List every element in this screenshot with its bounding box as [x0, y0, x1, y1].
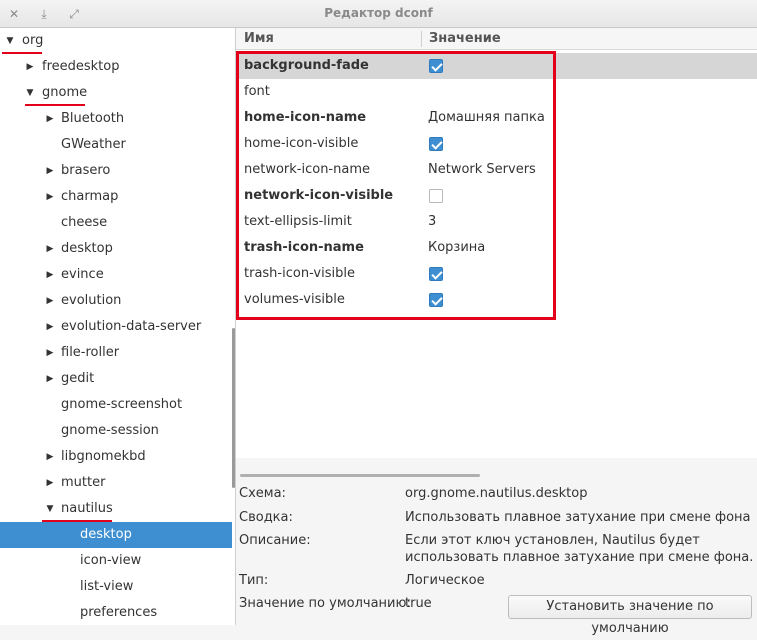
- tree-item[interactable]: gnome-session: [0, 418, 232, 444]
- tree-item-label: evolution: [61, 293, 122, 308]
- window-title: Редактор dconf: [324, 6, 433, 20]
- collapsed-arrow-icon[interactable]: ▶: [44, 366, 56, 392]
- tree-item[interactable]: ▼ org: [0, 28, 232, 54]
- reset-default-button[interactable]: Установить значение по умолчанию: [508, 595, 752, 636]
- collapsed-arrow-icon[interactable]: ▶: [44, 470, 56, 496]
- tree-item-label: desktop: [80, 527, 132, 542]
- description-label: Описание:: [239, 533, 311, 548]
- tree-item[interactable]: ▼ gnome: [0, 80, 232, 106]
- tree-item-label: org: [22, 33, 44, 48]
- tree-item[interactable]: ▶ evince: [0, 262, 232, 288]
- tree-item-label: cheese: [61, 215, 108, 230]
- column-value-header[interactable]: Значение: [429, 28, 501, 50]
- tree-item-label: list-view: [80, 579, 134, 594]
- collapsed-arrow-icon[interactable]: ▶: [44, 236, 56, 262]
- title-bar: ✕ ⤓ ⤢ Редактор dconf: [0, 0, 757, 28]
- schema-label: Схема:: [239, 486, 286, 501]
- column-name-header[interactable]: Имя: [244, 28, 274, 50]
- tree-item[interactable]: ▼ nautilus: [0, 496, 232, 522]
- tree-item-label: nautilus: [61, 501, 113, 516]
- collapsed-arrow-icon[interactable]: ▶: [44, 444, 56, 470]
- collapsed-arrow-icon[interactable]: ▶: [44, 158, 56, 184]
- tree-item-label: desktop: [61, 241, 113, 256]
- tree-item[interactable]: ▶ evolution-data-server: [0, 314, 232, 340]
- tree-item[interactable]: ▶ file-roller: [0, 340, 232, 366]
- tree-item[interactable]: icon-view: [0, 548, 232, 574]
- tree-item[interactable]: gnome-screenshot: [0, 392, 232, 418]
- tree-item[interactable]: ▶ desktop: [0, 236, 232, 262]
- tree-item[interactable]: desktop: [0, 522, 232, 548]
- tree-item[interactable]: preferences: [0, 600, 232, 625]
- collapsed-arrow-icon[interactable]: ▶: [44, 314, 56, 340]
- tree-item[interactable]: list-view: [0, 574, 232, 600]
- collapsed-arrow-icon[interactable]: ▶: [44, 184, 56, 210]
- schema-tree: ▼ org ▶ freedesktop ▼ gnome ▶ Bluetooth GWeather…: [0, 28, 236, 625]
- tree-item[interactable]: ▶ mutter: [0, 470, 232, 496]
- expanded-arrow-icon[interactable]: ▼: [4, 28, 16, 54]
- annotation-underline: [25, 104, 85, 106]
- collapsed-arrow-icon[interactable]: ▶: [44, 262, 56, 288]
- collapsed-arrow-icon[interactable]: ▶: [44, 340, 56, 366]
- tree-item[interactable]: ▶ Bluetooth: [0, 106, 232, 132]
- table-header: Имя Значение: [236, 28, 757, 50]
- tree-item[interactable]: ▶ charmap: [0, 184, 232, 210]
- tree-item-label: gnome-session: [61, 423, 159, 438]
- horizontal-scrollbar[interactable]: [240, 474, 480, 477]
- collapsed-arrow-icon[interactable]: ▶: [44, 106, 56, 132]
- default-label: Значение по умолчанию:: [239, 596, 411, 611]
- tree-item[interactable]: ▶ freedesktop: [0, 54, 232, 80]
- summary-label: Сводка:: [239, 510, 293, 525]
- tree-item[interactable]: ▶ brasero: [0, 158, 232, 184]
- annotation-underline: [42, 520, 112, 522]
- type-value: Логическое: [405, 573, 485, 588]
- tree-item-label: gedit: [61, 371, 95, 386]
- tree-item-label: evince: [61, 267, 104, 282]
- type-label: Тип:: [239, 573, 269, 588]
- column-separator: [421, 31, 422, 47]
- expanded-arrow-icon[interactable]: ▼: [24, 80, 36, 106]
- tree-item-label: GWeather: [61, 137, 126, 152]
- annotation-underline: [2, 52, 42, 54]
- tree-item-label: mutter: [61, 475, 106, 490]
- tree-item-label: Bluetooth: [61, 111, 125, 126]
- tree-item-label: freedesktop: [42, 59, 120, 74]
- description-value-line1: Если этот ключ установлен, Nautilus буде…: [405, 533, 700, 548]
- tree-item-label: icon-view: [80, 553, 142, 568]
- description-value-line2: использовать плавное затухание при смене…: [405, 550, 754, 565]
- summary-value: Использовать плавное затухание при смене…: [405, 510, 751, 525]
- tree-item[interactable]: ▶ gedit: [0, 366, 232, 392]
- expanded-arrow-icon[interactable]: ▼: [44, 496, 56, 522]
- tree-item[interactable]: ▶ libgnomekbd: [0, 444, 232, 470]
- collapsed-arrow-icon[interactable]: ▶: [24, 54, 36, 80]
- tree-item-label: brasero: [61, 163, 111, 178]
- tree-item-label: libgnomekbd: [61, 449, 146, 464]
- tree-item-label: gnome: [42, 85, 88, 100]
- key-info-panel: Схема: org.gnome.nautilus.desktop Сводка…: [236, 480, 757, 636]
- annotation-box: [236, 51, 556, 320]
- tree-scrollbar[interactable]: [232, 328, 235, 488]
- tree-item[interactable]: cheese: [0, 210, 232, 236]
- tree-item-label: preferences: [80, 605, 158, 620]
- tree-item[interactable]: GWeather: [0, 132, 232, 158]
- collapsed-arrow-icon[interactable]: ▶: [44, 288, 56, 314]
- tree-item[interactable]: ▶ evolution: [0, 288, 232, 314]
- tree-item-label: file-roller: [61, 345, 120, 360]
- tree-item-label: charmap: [61, 189, 119, 204]
- default-value: true: [405, 596, 432, 611]
- tree-item-label: evolution-data-server: [61, 319, 202, 334]
- schema-value: org.gnome.nautilus.desktop: [405, 486, 588, 501]
- tree-item-label: gnome-screenshot: [61, 397, 183, 412]
